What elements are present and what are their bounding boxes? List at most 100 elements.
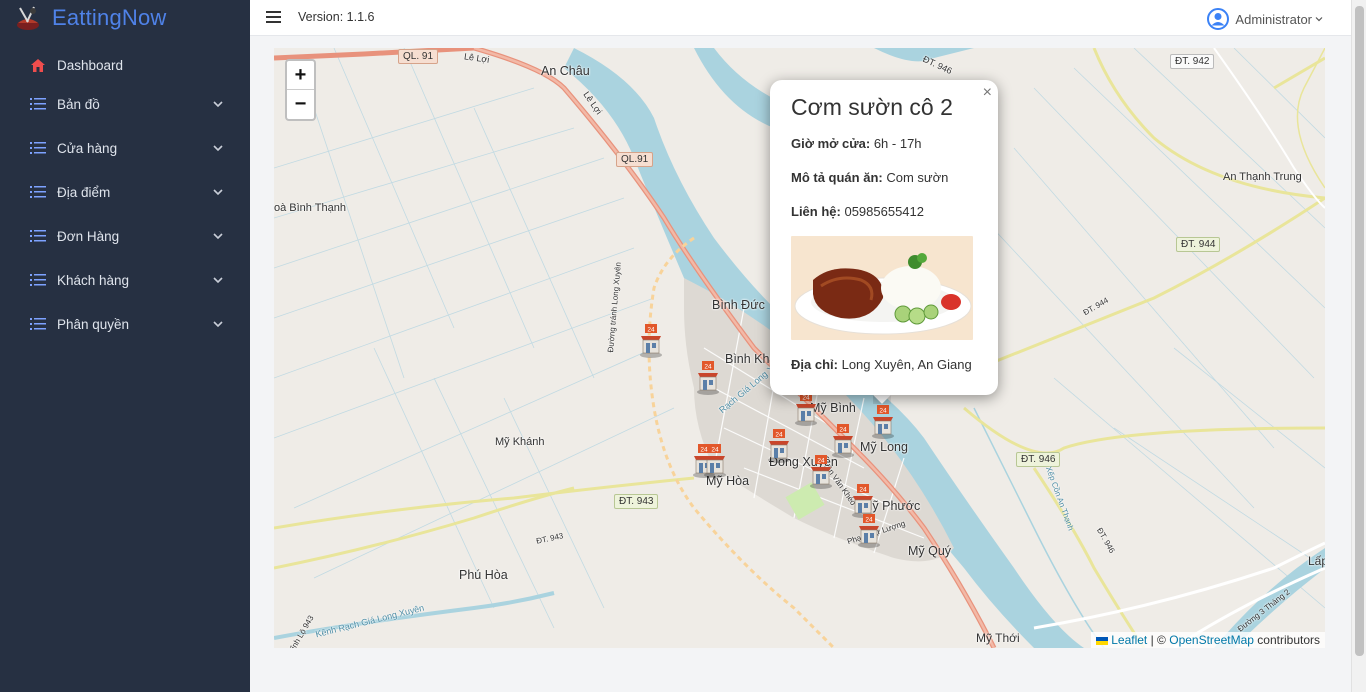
place-label: An Châu — [541, 64, 590, 78]
store-marker-icon[interactable]: 24 — [766, 429, 792, 463]
zoom-in-button[interactable]: + — [287, 61, 314, 90]
list-icon — [30, 228, 46, 244]
chevron-down-icon — [213, 277, 223, 284]
user-name: Administrator — [1235, 11, 1312, 27]
store-popup: × Cơm sườn cô 2 Giờ mở cửa: 6h - 17h Mô … — [770, 80, 998, 395]
sidebar-item-customers[interactable]: Khách hàng — [0, 258, 250, 302]
place-label: Mỹ Thới — [976, 631, 1020, 645]
brand-logo-icon — [17, 6, 39, 30]
osm-link[interactable]: OpenStreetMap — [1169, 633, 1254, 647]
zoom-out-button[interactable]: − — [287, 90, 314, 119]
sidebar-item-label: Khách hàng — [57, 272, 130, 288]
svg-text:24: 24 — [859, 487, 867, 494]
zoom-control: + − — [285, 59, 316, 121]
description-value: Com sườn — [886, 170, 949, 185]
svg-text:24: 24 — [817, 458, 825, 465]
version-label: Version: 1.1.6 — [298, 10, 375, 24]
road-shield: ĐT. 942 — [1170, 54, 1215, 69]
close-icon[interactable]: × — [983, 84, 992, 102]
top-header: Version: 1.1.6 Administrator — [250, 0, 1351, 36]
user-menu[interactable]: Administrator — [1207, 8, 1323, 30]
svg-text:24: 24 — [711, 447, 719, 454]
user-avatar-icon — [1207, 8, 1230, 30]
description-label: Mô tả quán ăn: — [791, 170, 883, 185]
sidebar-item-permissions[interactable]: Phân quyền — [0, 302, 250, 346]
road-shield: QL.91 — [616, 152, 654, 167]
sidebar-item-label: Đơn Hàng — [57, 228, 120, 244]
place-label: Phú Hòa — [459, 568, 508, 582]
sidebar-item-stores[interactable]: Cửa hàng — [0, 126, 250, 170]
popup-tip — [873, 394, 891, 404]
map-view[interactable]: QL. 91 QL.91 ĐT. 942 ĐT. 944 ĐT. 946 ĐT.… — [274, 48, 1325, 648]
leaflet-link[interactable]: Leaflet — [1111, 633, 1147, 647]
place-label: Mỹ Long — [860, 440, 908, 454]
hours-value: 6h - 17h — [873, 136, 922, 151]
popup-contact: Liên hệ: 05985655412 — [791, 204, 977, 219]
store-marker-icon[interactable]: 24 — [793, 392, 819, 426]
sidebar-item-orders[interactable]: Đơn Hàng — [0, 214, 250, 258]
store-marker-icon[interactable]: 24 — [870, 405, 896, 439]
svg-text:24: 24 — [775, 432, 783, 439]
sidebar: EattingNow Dashboard Bản đồ Cửa hàng Địa… — [0, 0, 250, 692]
sidebar-item-dashboard[interactable]: Dashboard — [0, 52, 250, 78]
store-marker-icon[interactable]: 24 — [856, 514, 882, 548]
sidebar-item-label: Địa điểm — [57, 184, 111, 200]
chevron-down-icon — [1315, 17, 1323, 22]
place-label: Mỹ Quý — [908, 544, 952, 558]
chevron-down-icon — [213, 145, 223, 152]
svg-text:24: 24 — [647, 327, 655, 334]
ukraine-flag-icon — [1096, 636, 1109, 645]
brand[interactable]: EattingNow — [0, 0, 250, 36]
sidebar-item-label: Phân quyền — [57, 316, 130, 332]
attribution-separator: | © — [1150, 633, 1166, 647]
place-label: oà Bình Thạnh — [274, 202, 346, 214]
store-marker-icon[interactable]: 24 — [808, 455, 834, 489]
chevron-down-icon — [213, 321, 223, 328]
list-icon — [30, 140, 46, 156]
store-marker-icon[interactable]: 24 — [850, 484, 876, 518]
popup-address: Địa chỉ: Long Xuyên, An Giang — [791, 357, 977, 372]
sidebar-item-locations[interactable]: Địa điểm — [0, 170, 250, 214]
store-marker-icon[interactable]: 24 — [830, 424, 856, 458]
list-icon — [30, 96, 46, 112]
popup-description: Mô tả quán ăn: Com sườn — [791, 170, 977, 185]
sidebar-menu: Dashboard Bản đồ Cửa hàng Địa điểm Đơn H… — [0, 52, 250, 346]
place-label: Lấp — [1308, 554, 1325, 568]
address-label: Địa chỉ: — [791, 357, 838, 372]
sidebar-item-map[interactable]: Bản đồ — [0, 82, 250, 126]
map-attribution: Leaflet | © OpenStreetMap contributors — [1091, 632, 1325, 648]
sidebar-item-label: Cửa hàng — [57, 140, 118, 156]
hours-label: Giờ mở cửa: — [791, 136, 871, 151]
chevron-down-icon — [213, 233, 223, 240]
svg-text:24: 24 — [839, 427, 847, 434]
contact-value: 05985655412 — [844, 204, 924, 219]
food-image — [791, 236, 973, 340]
svg-text:24: 24 — [879, 408, 887, 415]
svg-text:24: 24 — [865, 517, 873, 524]
store-marker-icon[interactable]: 24 — [702, 444, 728, 478]
road-shield: QL. 91 — [398, 49, 439, 64]
road-shield: ĐT. 944 — [1176, 237, 1221, 252]
store-marker-icon[interactable]: 24 — [638, 324, 664, 358]
popup-hours: Giờ mở cửa: 6h - 17h — [791, 136, 977, 151]
list-icon — [30, 184, 46, 200]
brand-name: EattingNow — [52, 5, 167, 30]
road-shield: ĐT. 943 — [614, 494, 659, 509]
list-icon — [30, 316, 46, 332]
svg-text:24: 24 — [802, 395, 810, 402]
place-label: Mỹ Khánh — [495, 436, 545, 448]
store-marker-icon[interactable]: 24 — [695, 361, 721, 395]
place-label: Bình Đức — [712, 298, 765, 312]
app-root: EattingNow Dashboard Bản đồ Cửa hàng Địa… — [0, 0, 1366, 692]
sidebar-item-label: Dashboard — [57, 57, 124, 73]
place-label: Bình Kh — [725, 352, 770, 366]
attribution-suffix: contributors — [1257, 633, 1320, 647]
address-value: Long Xuyên, An Giang — [841, 357, 972, 372]
page-scrollbar[interactable] — [1351, 0, 1366, 692]
chevron-down-icon — [213, 189, 223, 196]
place-label: An Thạnh Trung — [1223, 171, 1302, 183]
scrollbar-thumb[interactable] — [1355, 6, 1364, 656]
contact-label: Liên hệ: — [791, 204, 841, 219]
menu-icon[interactable] — [266, 11, 281, 25]
road-shield: ĐT. 946 — [1016, 452, 1061, 467]
